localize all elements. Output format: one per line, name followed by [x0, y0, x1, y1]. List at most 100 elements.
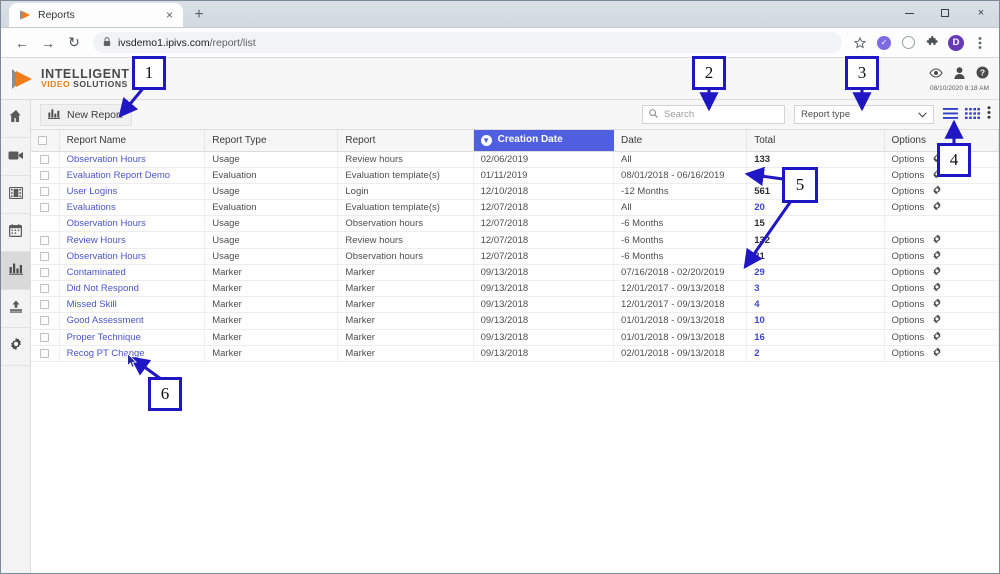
kebab-menu-icon[interactable]	[969, 32, 991, 54]
gear-icon[interactable]	[932, 233, 942, 247]
table-row[interactable]: Contaminated Marker Marker 09/13/2018 07/16/…	[31, 264, 999, 282]
column-header-report[interactable]: Report	[337, 130, 474, 152]
row-checkbox[interactable]	[40, 170, 50, 180]
options-link[interactable]: Options	[892, 283, 925, 294]
back-icon[interactable]: ←	[9, 30, 35, 56]
select-all-header[interactable]	[31, 130, 60, 152]
cell-total-text[interactable]: 10	[754, 170, 765, 181]
sidebar-item-upload[interactable]	[1, 290, 30, 328]
cell-total[interactable]: 10	[746, 312, 885, 330]
gear-icon[interactable]	[932, 250, 942, 263]
cell-report-name-text[interactable]: Contaminated	[67, 267, 126, 278]
sidebar-item-video[interactable]	[1, 138, 30, 176]
table-row[interactable]: Did Not Respond Marker Marker 09/13/2018 12/…	[31, 280, 999, 298]
cell-report-name-text[interactable]: User Logins	[67, 186, 118, 197]
row-select-cell[interactable]	[31, 345, 60, 362]
table-row[interactable]: Missed Skill Marker Marker 09/13/2018 12/01/…	[31, 296, 999, 314]
row-checkbox[interactable]	[40, 203, 50, 213]
grid-view-icon[interactable]	[965, 106, 980, 124]
column-header-creation-date[interactable]: ▼ Creation Date	[473, 130, 615, 152]
row-select-cell[interactable]	[31, 231, 60, 249]
row-select-cell[interactable]	[31, 248, 60, 265]
cell-total-text[interactable]: 20	[754, 202, 765, 213]
reload-icon[interactable]: ↻	[61, 30, 87, 56]
row-checkbox[interactable]	[40, 348, 50, 358]
cell-report-name-text[interactable]: Observation Hours	[67, 251, 146, 262]
row-checkbox[interactable]	[40, 300, 50, 310]
cell-report-name-text[interactable]: Did Not Respond	[67, 283, 139, 294]
options-link[interactable]: Options	[892, 348, 925, 359]
options-link[interactable]: Options	[892, 299, 925, 310]
row-checkbox[interactable]	[40, 267, 50, 277]
gear-icon[interactable]	[932, 282, 942, 295]
cell-options[interactable]: Options	[884, 183, 999, 201]
gear-icon[interactable]	[932, 298, 942, 311]
cell-report-name-text[interactable]: Proper Technique	[67, 332, 141, 343]
options-link[interactable]: Options	[892, 202, 925, 213]
cell-report-name[interactable]: User Logins	[59, 183, 206, 201]
row-select-cell[interactable]	[31, 296, 60, 314]
cell-report-name-text[interactable]: Missed Skill	[67, 299, 117, 310]
cell-report-name-text[interactable]: Good Assessment	[67, 315, 144, 326]
row-checkbox[interactable]	[40, 316, 50, 326]
cell-report-name[interactable]: Contaminated	[59, 264, 206, 282]
kebab-menu-icon[interactable]	[987, 105, 991, 124]
column-header-report-type[interactable]: Report Type	[204, 130, 339, 152]
search-input[interactable]: Search	[642, 105, 785, 124]
cell-report-name[interactable]: Proper Technique	[59, 329, 206, 346]
table-row[interactable]: Proper Technique Marker Marker 09/13/2018 01…	[31, 329, 999, 346]
gray-circle-icon[interactable]	[897, 32, 919, 54]
report-type-select[interactable]: Report type	[794, 105, 934, 124]
table-row[interactable]: Observation Hours Usage Observation hours 1…	[31, 215, 999, 233]
cell-report-name[interactable]: Good Assessment	[59, 312, 206, 330]
forward-icon[interactable]: →	[35, 30, 61, 56]
gear-icon[interactable]	[932, 331, 942, 344]
address-bar[interactable]: ivsdemo1.ipivs.com/report/list	[93, 32, 842, 53]
cell-total[interactable]: 4	[746, 296, 885, 314]
cell-total-text[interactable]: 4	[754, 299, 759, 310]
row-checkbox[interactable]	[40, 251, 50, 261]
sidebar-item-settings[interactable]	[1, 328, 30, 366]
row-select-cell[interactable]	[31, 264, 60, 282]
reports-table-container[interactable]: Report Name Report Type Report ▼ Creation…	[31, 130, 999, 573]
cell-report-name[interactable]: Observation Hours	[59, 248, 206, 265]
gear-icon[interactable]	[932, 185, 942, 198]
cell-total[interactable]: 2	[746, 345, 885, 362]
options-link[interactable]: Options	[892, 235, 925, 246]
table-row[interactable]: Evaluations Evaluation Evaluation template…	[31, 199, 999, 217]
cell-report-name[interactable]: Evaluations	[59, 199, 206, 217]
column-header-report-name[interactable]: Report Name	[59, 130, 206, 152]
row-checkbox[interactable]	[40, 235, 50, 245]
cell-total[interactable]: 3	[746, 280, 885, 298]
cell-total-text[interactable]: 10	[754, 315, 765, 326]
gear-icon[interactable]	[932, 266, 942, 279]
table-row[interactable]: Observation Hours Usage Review hours 02/06/…	[31, 151, 999, 168]
cell-options[interactable]: Options	[884, 248, 999, 265]
sidebar-item-home[interactable]	[1, 100, 30, 138]
column-header-date[interactable]: Date	[613, 130, 748, 152]
table-row[interactable]: Observation Hours Usage Observation hours 1…	[31, 248, 999, 265]
help-icon[interactable]: ?	[976, 66, 989, 84]
options-link[interactable]: Options	[892, 332, 925, 343]
minimize-button[interactable]	[891, 1, 927, 25]
cell-report-name-text[interactable]: Evaluations	[67, 202, 116, 213]
column-header-total[interactable]: Total	[746, 130, 885, 152]
row-select-cell[interactable]	[31, 199, 60, 217]
options-link[interactable]: Options	[892, 315, 925, 326]
gear-icon[interactable]	[932, 201, 942, 214]
profile-avatar-d[interactable]: D	[945, 32, 967, 54]
select-all-checkbox[interactable]	[38, 135, 47, 145]
cell-report-name[interactable]: Observation Hours	[59, 151, 206, 168]
list-view-icon[interactable]	[943, 106, 958, 124]
user-icon[interactable]	[954, 66, 965, 84]
options-link[interactable]: Options	[892, 267, 925, 278]
sidebar-item-reports[interactable]	[1, 252, 30, 290]
browser-tab-reports[interactable]: Reports ×	[9, 3, 183, 27]
puzzle-extension-icon[interactable]	[921, 32, 943, 54]
cell-report-name[interactable]: Missed Skill	[59, 296, 206, 314]
maximize-button[interactable]	[927, 1, 963, 25]
cell-options[interactable]: Options	[884, 280, 999, 298]
new-tab-button[interactable]: +	[186, 3, 212, 27]
cell-total-text[interactable]: 3	[754, 283, 759, 294]
new-report-button[interactable]: New Report	[40, 103, 133, 126]
